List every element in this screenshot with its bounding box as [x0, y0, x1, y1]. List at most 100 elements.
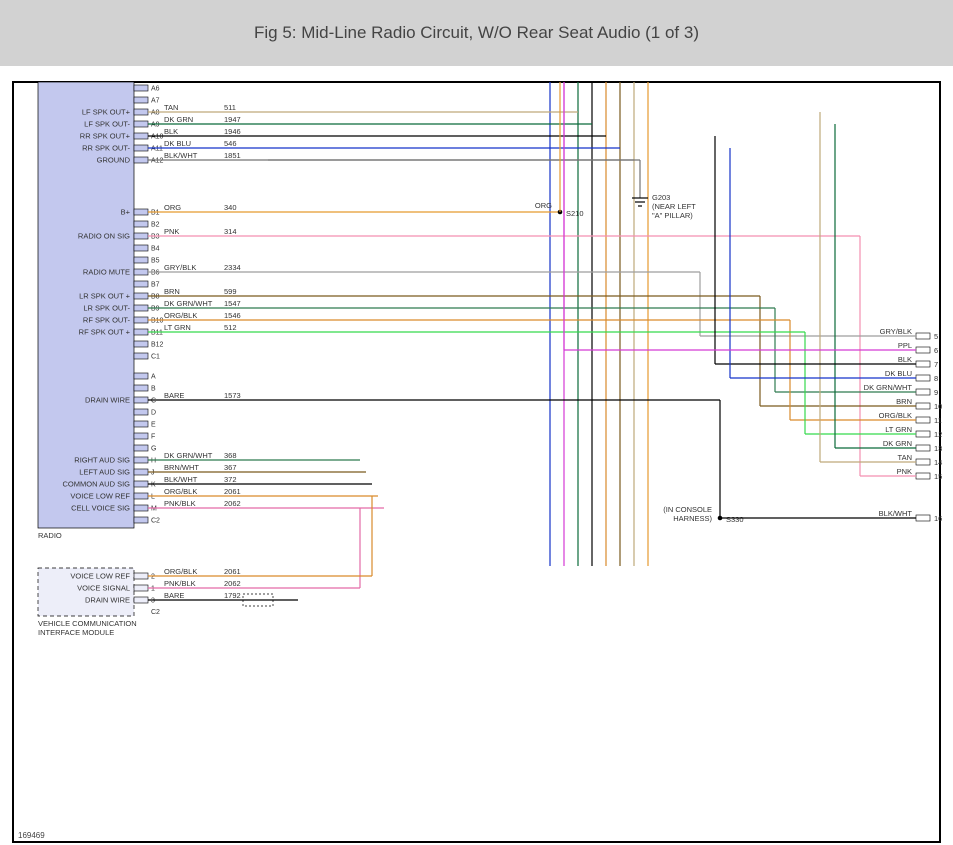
svg-text:13: 13 [934, 444, 942, 453]
svg-text:S210: S210 [566, 209, 584, 218]
svg-text:E: E [151, 422, 156, 429]
svg-text:16: 16 [934, 514, 942, 523]
svg-text:A10: A10 [151, 134, 164, 141]
svg-text:10: 10 [934, 402, 942, 411]
svg-text:3: 3 [151, 598, 155, 605]
svg-text:5: 5 [934, 332, 938, 341]
svg-text:C: C [151, 398, 156, 405]
svg-text:TAN: TAN [164, 103, 178, 112]
svg-text:2062: 2062 [224, 579, 241, 588]
svg-text:599: 599 [224, 287, 237, 296]
svg-text:DK GRN: DK GRN [164, 115, 193, 124]
svg-text:14: 14 [934, 458, 942, 467]
svg-text:G203: G203 [652, 193, 670, 202]
svg-text:372: 372 [224, 475, 237, 484]
svg-text:512: 512 [224, 323, 237, 332]
svg-text:2: 2 [151, 574, 155, 581]
svg-text:D: D [151, 410, 156, 417]
svg-text:1947: 1947 [224, 115, 241, 124]
svg-text:M: M [151, 506, 157, 513]
svg-text:BLK/WHT: BLK/WHT [164, 151, 198, 160]
svg-text:PPL: PPL [898, 341, 912, 350]
svg-text:VEHICLE COMMUNICATION: VEHICLE COMMUNICATION [38, 619, 137, 628]
svg-text:12: 12 [934, 430, 942, 439]
wiring-diagram-svg: A6A7A8LF SPK OUT+TAN511A9LF SPK OUT-DK G… [0, 66, 953, 845]
svg-text:LR SPK OUT +: LR SPK OUT + [79, 292, 131, 301]
svg-text:PNK/BLK: PNK/BLK [164, 499, 196, 508]
svg-text:BARE: BARE [164, 391, 184, 400]
svg-text:BARE: BARE [164, 591, 184, 600]
svg-text:BRN: BRN [164, 287, 180, 296]
svg-text:(NEAR LEFT: (NEAR LEFT [652, 202, 696, 211]
svg-text:RADIO ON SIG: RADIO ON SIG [78, 232, 130, 241]
svg-text:2062: 2062 [224, 499, 241, 508]
svg-text:RADIO MUTE: RADIO MUTE [83, 268, 130, 277]
svg-text:DK GRN/WHT: DK GRN/WHT [864, 383, 913, 392]
svg-text:8: 8 [934, 374, 938, 383]
svg-text:RR SPK OUT+: RR SPK OUT+ [80, 132, 131, 141]
svg-text:2334: 2334 [224, 263, 241, 272]
svg-text:VOICE SIGNAL: VOICE SIGNAL [77, 584, 130, 593]
svg-text:1547: 1547 [224, 299, 241, 308]
svg-text:B5: B5 [151, 258, 160, 265]
svg-text:LT GRN: LT GRN [885, 425, 912, 434]
svg-text:B12: B12 [151, 342, 164, 349]
svg-text:ORG/BLK: ORG/BLK [164, 567, 197, 576]
svg-text:6: 6 [934, 346, 938, 355]
svg-text:9: 9 [934, 388, 938, 397]
svg-text:7: 7 [934, 360, 938, 369]
svg-text:A12: A12 [151, 158, 164, 165]
svg-text:PNK/BLK: PNK/BLK [164, 579, 196, 588]
svg-text:BLK: BLK [164, 127, 178, 136]
svg-text:1792: 1792 [224, 591, 241, 600]
svg-text:B11: B11 [151, 330, 163, 337]
svg-text:VOICE LOW REF: VOICE LOW REF [70, 492, 130, 501]
svg-text:VOICE LOW REF: VOICE LOW REF [70, 572, 130, 581]
svg-text:B3: B3 [151, 234, 160, 241]
svg-text:RIGHT AUD SIG: RIGHT AUD SIG [74, 456, 130, 465]
svg-text:1851: 1851 [224, 151, 241, 160]
svg-text:RF SPK OUT +: RF SPK OUT + [79, 328, 131, 337]
svg-text:BRN/WHT: BRN/WHT [164, 463, 199, 472]
svg-text:1546: 1546 [224, 311, 241, 320]
svg-text:BLK: BLK [898, 355, 912, 364]
svg-text:511: 511 [224, 103, 236, 112]
svg-text:15: 15 [934, 472, 942, 481]
svg-text:LR SPK OUT-: LR SPK OUT- [83, 304, 130, 313]
svg-text:K: K [151, 482, 156, 489]
svg-text:LT GRN: LT GRN [164, 323, 191, 332]
svg-text:PNK: PNK [897, 467, 912, 476]
svg-text:1573: 1573 [224, 391, 241, 400]
figure-title: Fig 5: Mid-Line Radio Circuit, W/O Rear … [254, 23, 699, 43]
svg-text:J: J [151, 470, 155, 477]
svg-text:BLK/WHT: BLK/WHT [164, 475, 198, 484]
svg-text:DRAIN WIRE: DRAIN WIRE [85, 596, 130, 605]
svg-text:B2: B2 [151, 222, 160, 229]
svg-text:DK GRN/WHT: DK GRN/WHT [164, 299, 213, 308]
svg-text:GROUND: GROUND [97, 156, 131, 165]
svg-text:C2: C2 [151, 609, 160, 616]
svg-text:DK BLU: DK BLU [885, 369, 912, 378]
svg-text:RF SPK OUT-: RF SPK OUT- [83, 316, 131, 325]
svg-text:C1: C1 [151, 354, 160, 361]
svg-text:A: A [151, 374, 156, 381]
svg-text:B7: B7 [151, 282, 160, 289]
svg-text:RADIO: RADIO [38, 531, 62, 540]
svg-text:DRAIN WIRE: DRAIN WIRE [85, 396, 130, 405]
svg-text:B+: B+ [121, 208, 131, 217]
svg-text:B1: B1 [151, 210, 160, 217]
svg-text:A7: A7 [151, 98, 160, 105]
svg-text:B10: B10 [151, 318, 164, 325]
svg-text:CELL VOICE SIG: CELL VOICE SIG [71, 504, 130, 513]
svg-text:S330: S330 [726, 515, 744, 524]
svg-text:HARNESS): HARNESS) [673, 514, 712, 523]
svg-text:A8: A8 [151, 110, 160, 117]
svg-text:B4: B4 [151, 246, 160, 253]
svg-text:DK BLU: DK BLU [164, 139, 191, 148]
svg-text:A6: A6 [151, 86, 160, 93]
svg-text:LF SPK OUT+: LF SPK OUT+ [82, 108, 131, 117]
svg-text:B9: B9 [151, 306, 160, 313]
diagram-canvas: A6A7A8LF SPK OUT+TAN511A9LF SPK OUT-DK G… [0, 66, 953, 845]
svg-text:PNK: PNK [164, 227, 179, 236]
svg-text:INTERFACE MODULE: INTERFACE MODULE [38, 628, 114, 637]
